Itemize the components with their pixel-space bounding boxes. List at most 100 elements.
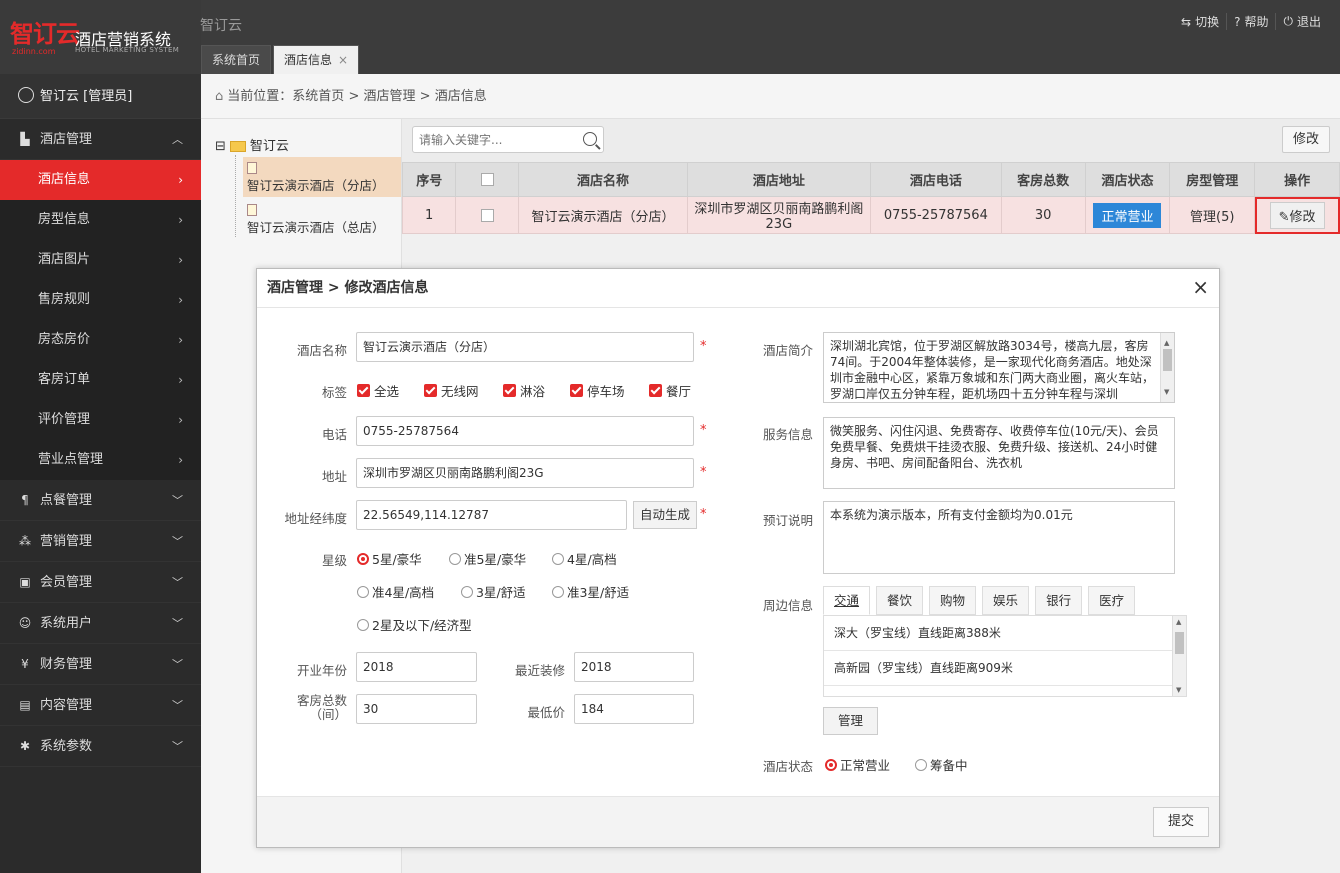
chevron-right-icon: › <box>178 213 183 227</box>
sidebar-group-hotel[interactable]: ▙ 酒店管理 ︿ <box>0 119 201 160</box>
star-radio-quasi4[interactable]: 准4星/高档 <box>357 582 434 601</box>
tab-dining[interactable]: 餐饮 <box>876 586 924 615</box>
nearby-tabs: 交通 餐饮 购物 娱乐 银行 医疗 <box>823 586 1141 615</box>
manage-nearby-button[interactable]: 管理 <box>823 707 879 735</box>
collapse-icon[interactable]: ⊟ <box>215 139 226 154</box>
chevron-down-icon: ﹀ <box>172 576 183 589</box>
phone-input[interactable]: 0755-25787564 <box>356 416 694 446</box>
tab-medical[interactable]: 医疗 <box>1088 586 1136 615</box>
sidebar-item-hotel-info[interactable]: 酒店信息 › <box>0 160 201 200</box>
table-row[interactable]: 1 智订云演示酒店（分店） 深圳市罗湖区贝丽南路鹏利阁23G 0755-2578… <box>401 196 1340 234</box>
tag-checkbox-restaurant[interactable]: 餐厅 <box>649 381 691 400</box>
sidebar-item-room-prices[interactable]: 房态房价 › <box>0 320 201 360</box>
tab-hotel-info[interactable]: 酒店信息 × <box>273 45 360 74</box>
tree-root[interactable]: ⊟ 智订云 <box>215 135 289 154</box>
sidebar-item-reviews[interactable]: 评价管理 › <box>0 400 201 440</box>
list-item[interactable]: 深大（罗宝线）直线距离388米 <box>824 616 1172 651</box>
search-icon[interactable] <box>583 132 597 146</box>
sidebar-item-hotel-images[interactable]: 酒店图片 › <box>0 240 201 280</box>
renovation-input[interactable]: 2018 <box>574 652 694 682</box>
hotel-name-input[interactable]: 智订云演示酒店（分店） <box>356 332 694 362</box>
tab-shopping[interactable]: 购物 <box>929 586 977 615</box>
close-icon[interactable]: × <box>1192 275 1209 299</box>
scroll-down-icon[interactable]: ▼ <box>1176 686 1181 694</box>
required-mark: * <box>700 465 707 480</box>
label-name: 酒店名称 <box>296 343 347 358</box>
star-radio-5[interactable]: 5星/豪华 <box>357 549 422 568</box>
sidebar-item-room-types[interactable]: 房型信息 › <box>0 200 201 240</box>
sidebar-group-content[interactable]: ▤ 内容管理 ﹀ <box>0 685 201 726</box>
nearby-scrollbar[interactable]: ▲ ▼ <box>1172 616 1186 696</box>
label-star: 星级 <box>321 553 347 568</box>
min-price-input[interactable]: 184 <box>574 694 694 724</box>
tab-entertainment[interactable]: 娱乐 <box>982 586 1030 615</box>
tag-checkbox-shower[interactable]: 淋浴 <box>503 381 545 400</box>
tag-checkbox-all[interactable]: 全选 <box>357 381 399 400</box>
share-icon: ⁂ <box>19 534 31 548</box>
latlng-input[interactable]: 22.56549,114.12787 <box>356 500 627 530</box>
star-radio-quasi5[interactable]: 准5星/豪华 <box>449 549 526 568</box>
hotel-name-cell: 智订云演示酒店（分店） <box>518 196 688 234</box>
star-radio-quasi3[interactable]: 准3星/舒适 <box>552 582 629 601</box>
sidebar-group-dining[interactable]: ¶ 点餐管理 ﹀ <box>0 480 201 521</box>
intro-scrollbar[interactable]: ▲ ▼ <box>1160 333 1174 402</box>
tab-traffic[interactable]: 交通 <box>823 586 871 615</box>
status-radio-preparing[interactable]: 筹备中 <box>915 755 968 774</box>
status-radio-open[interactable]: 正常营业 <box>825 755 890 774</box>
intro-textarea[interactable]: 深圳湖北宾馆，位于罗湖区解放路3034号，楼高九层，客房74间。于2004年整体… <box>823 332 1175 403</box>
current-user[interactable]: 智订云 [管理员] <box>0 74 201 119</box>
sidebar-group-finance[interactable]: ¥ 财务管理 ﹀ <box>0 644 201 685</box>
switch-button[interactable]: ⇆ 切换 <box>1174 13 1226 30</box>
booking-textarea[interactable]: 本系统为演示版本，所有支付金额均为0.01元 <box>823 501 1175 574</box>
help-button[interactable]: ? 帮助 <box>1226 13 1275 30</box>
sidebar-item-room-orders[interactable]: 客房订单 › <box>0 360 201 400</box>
cutlery-icon: ¶ <box>21 493 29 507</box>
submit-button[interactable]: 提交 <box>1152 807 1209 837</box>
logout-button[interactable]: ⏻ 退出 <box>1275 13 1328 30</box>
address-input[interactable]: 深圳市罗湖区贝丽南路鹏利阁23G <box>356 458 694 488</box>
label-service: 服务信息 <box>762 427 813 442</box>
star-radio-4[interactable]: 4星/高档 <box>552 549 617 568</box>
status-badge[interactable]: 正常营业 <box>1093 202 1162 228</box>
sidebar: 智订云 [管理员] ▙ 酒店管理 ︿ 酒店信息 › 房型信息 › 酒店图片 › 售房规则 ›… <box>0 74 201 873</box>
search-box <box>412 126 604 153</box>
chevron-down-icon: ﹀ <box>172 740 183 753</box>
room-types-link[interactable]: 管理(5) <box>1169 196 1256 234</box>
list-item[interactable]: 高新园（罗宝线）直线距离909米 <box>824 651 1172 686</box>
chevron-right-icon: › <box>178 373 183 387</box>
edit-button[interactable]: 修改 <box>1281 126 1330 153</box>
tag-checkbox-parking[interactable]: 停车场 <box>570 381 625 400</box>
row-edit-button[interactable]: ✎修改 <box>1269 201 1325 229</box>
sidebar-group-members[interactable]: ▣ 会员管理 ﹀ <box>0 562 201 603</box>
tag-checkbox-wifi[interactable]: 无线网 <box>424 381 479 400</box>
document-icon: ▤ <box>19 698 31 712</box>
star-radio-2[interactable]: 2星及以下/经济型 <box>357 615 472 634</box>
scroll-up-icon[interactable]: ▲ <box>1176 618 1181 626</box>
breadcrumb-home[interactable]: 系统首页 <box>292 89 344 104</box>
nearby-list: 深大（罗宝线）直线距离388米 高新园（罗宝线）直线距离909米 ▲ ▼ <box>823 615 1187 697</box>
sidebar-group-marketing[interactable]: ⁂ 营销管理 ﹀ <box>0 521 201 562</box>
scroll-down-icon[interactable]: ▼ <box>1164 384 1169 400</box>
sidebar-item-outlets[interactable]: 营业点管理 › <box>0 440 201 480</box>
room-total-input[interactable]: 30 <box>356 694 477 724</box>
sidebar-item-sale-rules[interactable]: 售房规则 › <box>0 280 201 320</box>
service-textarea[interactable]: 微笑服务、闪住闪退、免费寄存、收费停车位(10元/天)、会员免费早餐、免费烘干挂… <box>823 417 1175 489</box>
tab-bank[interactable]: 银行 <box>1035 586 1083 615</box>
tree-node-main[interactable]: 智订云演示酒店（总店） <box>243 199 401 239</box>
auto-generate-button[interactable]: 自动生成 <box>633 501 698 529</box>
open-year-input[interactable]: 2018 <box>356 652 477 682</box>
breadcrumb-hotel-mgmt[interactable]: 酒店管理 <box>363 89 415 104</box>
tab-home[interactable]: 系统首页 <box>201 45 272 74</box>
label-booking: 预订说明 <box>762 513 813 528</box>
row-checkbox[interactable] <box>480 208 494 222</box>
select-all-checkbox[interactable] <box>480 173 494 186</box>
user-circle-icon <box>18 87 34 103</box>
star-radio-3[interactable]: 3星/舒适 <box>461 582 526 601</box>
sidebar-group-users[interactable]: ☺ 系统用户 ﹀ <box>0 603 201 644</box>
label-tags: 标签 <box>321 385 347 400</box>
tree-node-branch[interactable]: 智订云演示酒店（分店） <box>243 157 401 197</box>
close-icon[interactable]: × <box>338 53 348 67</box>
chevron-right-icon: › <box>178 333 183 347</box>
search-input[interactable] <box>413 127 573 152</box>
sidebar-group-settings[interactable]: ✱ 系统参数 ﹀ <box>0 726 201 767</box>
